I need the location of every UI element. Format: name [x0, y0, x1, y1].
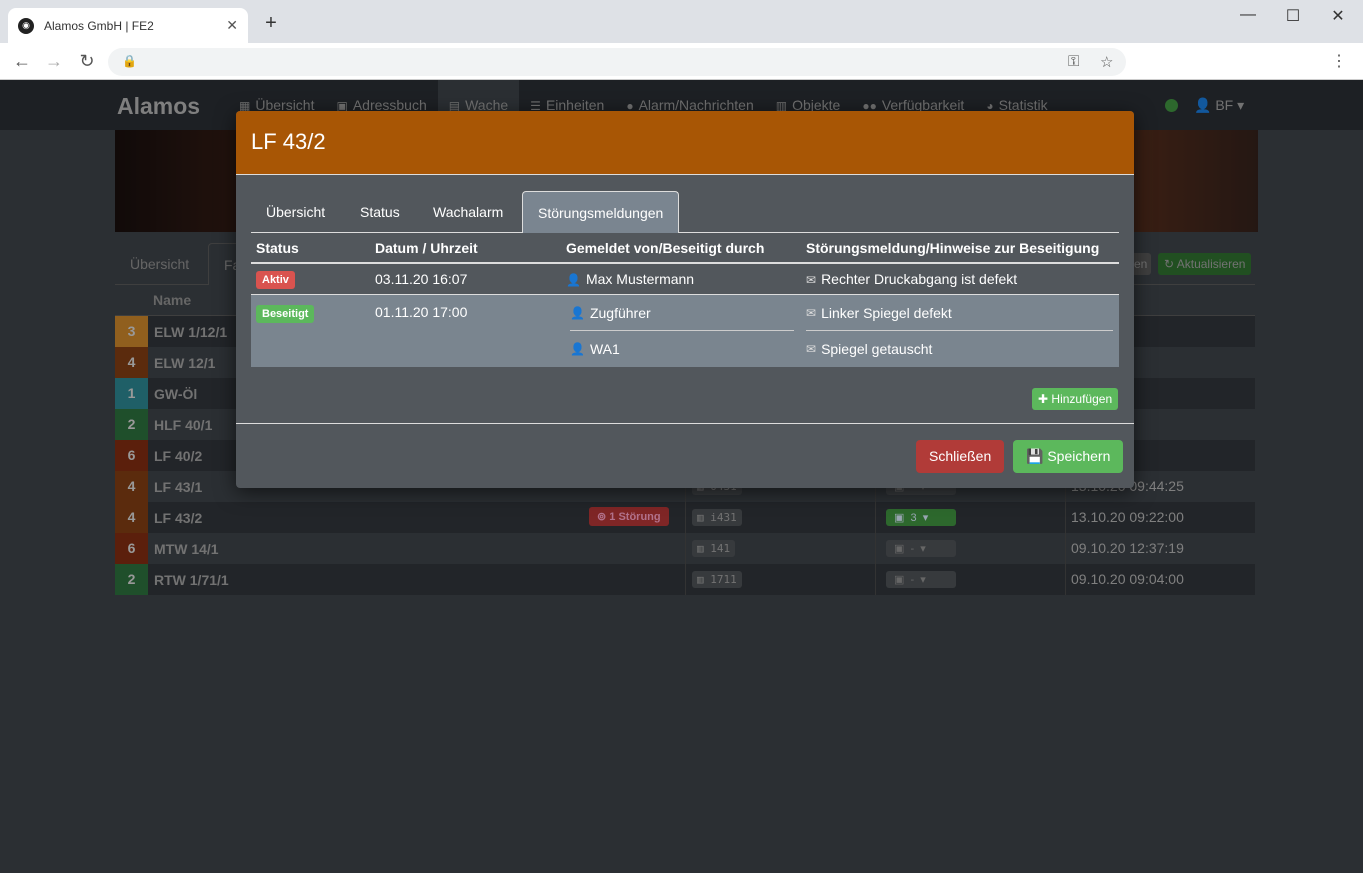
modal-header: LF 43/2 — [236, 111, 1134, 175]
lock-icon: 🔒 — [122, 54, 137, 68]
reporter-subcell: 👤 Zugführer — [570, 295, 794, 331]
fault-table-header: Status Datum / Uhrzeit Gemeldet von/Bese… — [251, 233, 1119, 264]
envelope-icon: ✉ — [806, 342, 817, 356]
status-badge-beseitigt: Beseitigt — [256, 305, 315, 323]
fault-date: 03.11.20 16:07 — [375, 271, 468, 287]
fault-table: Status Datum / Uhrzeit Gemeldet von/Bese… — [251, 233, 1119, 367]
tab-status[interactable]: Status — [345, 191, 415, 233]
col-datum: Datum / Uhrzeit — [375, 239, 478, 256]
browser-tab[interactable]: ◉ Alamos GmbH | FE2 ✕ — [8, 8, 248, 43]
key-icon[interactable]: ⚿ — [1068, 53, 1079, 70]
tab-title: Alamos GmbH | FE2 — [44, 18, 154, 33]
fault-notes-cell: ✉ Linker Spiegel defekt ✉ Spiegel getausch… — [800, 295, 1119, 367]
add-fault-button[interactable]: ✚ Hinzufügen — [1032, 388, 1119, 410]
save-button[interactable]: 💾 Speichern — [1013, 440, 1124, 473]
status-badge-aktiv: Aktiv — [256, 270, 295, 289]
fault-message: Rechter Druckabgang ist defekt — [821, 271, 1018, 287]
envelope-open-icon: ✉ — [806, 273, 817, 287]
fault-reporter: Zugführer — [589, 304, 651, 321]
fault-fixer: WA1 — [589, 341, 620, 357]
star-icon[interactable]: ☆ — [1100, 53, 1113, 71]
modal-footer: Schließen 💾 Speichern — [236, 423, 1134, 488]
modal-tabs: Übersicht Status Wachalarm Störungsmeldu… — [251, 191, 1119, 233]
fault-fix-note: Spiegel getauscht — [821, 341, 933, 357]
window-close-button[interactable]: ✕ — [1328, 6, 1348, 26]
fault-reporter: Max Mustermann — [585, 271, 695, 287]
fault-date: 01.11.20 17:00 — [375, 304, 468, 320]
forward-icon[interactable]: → — [44, 51, 64, 72]
tab-uebersicht[interactable]: Übersicht — [251, 191, 340, 233]
fault-message-cell: ✉ Rechter Druckabgang ist defekt — [800, 271, 1119, 287]
add-label: Hinzufügen — [1051, 392, 1113, 406]
back-icon[interactable]: ← — [12, 51, 32, 72]
fixnote-subcell: ✉ Spiegel getauscht — [806, 331, 1113, 367]
maximize-button[interactable]: ☐ — [1283, 6, 1303, 26]
minimize-button[interactable]: — — [1238, 6, 1258, 24]
col-gemeldet: Gemeldet von/Beseitigt durch — [566, 239, 765, 256]
user-check-icon: 👤 — [570, 342, 585, 356]
fault-people-cell: 👤 Zugführer 👤 WA1 — [560, 295, 800, 367]
fault-reporter-cell: 👤 Max Mustermann — [560, 271, 800, 287]
browser-menu-icon[interactable]: ⋮ — [1331, 51, 1347, 71]
save-label: Speichern — [1047, 448, 1111, 464]
browser-tabstrip: ◉ Alamos GmbH | FE2 ✕ + — ☐ ✕ — [0, 0, 1363, 43]
col-status: Status — [256, 239, 299, 256]
favicon-icon: ◉ — [18, 17, 34, 34]
fault-row[interactable]: Aktiv 03.11.20 16:07 👤 Max Mustermann ✉ Re… — [251, 264, 1119, 295]
modal-title: LF 43/2 — [251, 129, 326, 154]
new-tab-button[interactable]: + — [260, 12, 282, 35]
tab-close-icon[interactable]: ✕ — [226, 17, 238, 34]
col-meldung: Störungsmeldung/Hinweise zur Beseitigung — [806, 239, 1100, 256]
vehicle-modal: LF 43/2 Übersicht Status Wachalarm Störu… — [236, 111, 1134, 488]
reload-icon[interactable]: ↻ — [77, 51, 97, 72]
fault-message: Linker Spiegel defekt — [821, 304, 952, 321]
tab-stoerungsmeldungen[interactable]: Störungsmeldungen — [522, 191, 680, 233]
message-subcell: ✉ Linker Spiegel defekt — [806, 295, 1113, 331]
fault-status-cell: Aktiv — [251, 270, 369, 289]
close-button[interactable]: Schließen — [916, 440, 1005, 473]
user-edit-icon: 👤 — [566, 273, 581, 287]
fault-status-cell: Beseitigt — [251, 295, 369, 367]
user-edit-icon: 👤 — [570, 305, 585, 320]
plus-icon: ✚ — [1038, 392, 1049, 406]
envelope-open-icon: ✉ — [806, 305, 817, 320]
fault-row[interactable]: Beseitigt 01.11.20 17:00 👤 Zugführer 👤 WA1… — [251, 295, 1119, 367]
tab-wachalarm[interactable]: Wachalarm — [418, 191, 518, 233]
url-input[interactable]: 🔒 ⚿ ☆ — [108, 48, 1126, 76]
save-icon: 💾 — [1026, 448, 1044, 464]
fixer-subcell: 👤 WA1 — [570, 331, 794, 367]
address-bar: ← → ↻ 🔒 ⚿ ☆ ⋮ — [0, 43, 1363, 80]
